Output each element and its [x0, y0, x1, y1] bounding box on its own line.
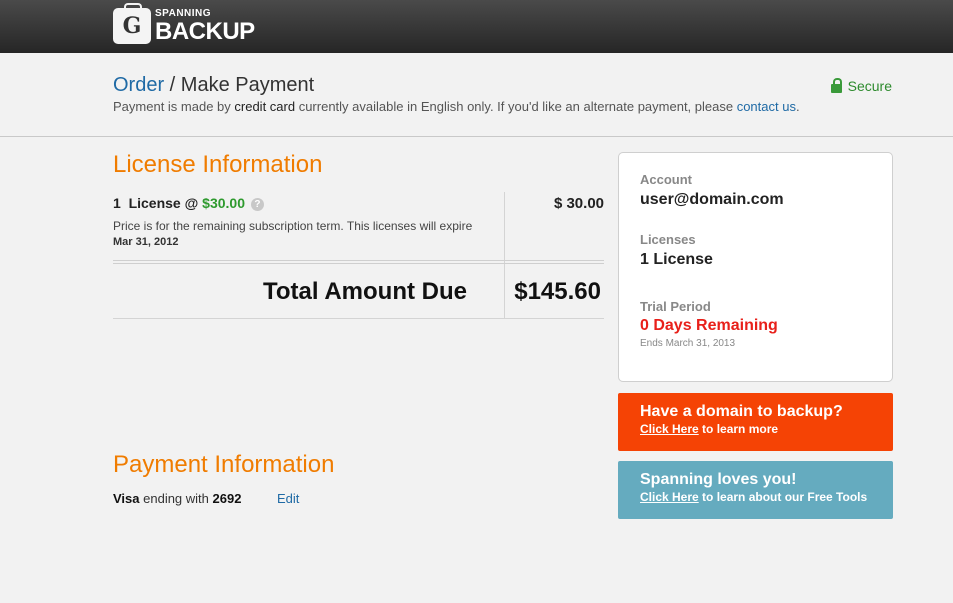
license-label: License @	[128, 195, 199, 211]
contact-us-link[interactable]: contact us	[737, 99, 796, 114]
promo-click-here-link[interactable]: Click Here	[640, 490, 699, 504]
payment-note: Payment is made by credit card currently…	[113, 99, 800, 114]
license-unit-price: $30.00	[202, 195, 245, 211]
license-expiry-note: Price is for the remaining subscription …	[113, 219, 473, 233]
account-label: Account	[640, 172, 692, 187]
promo-click-here-link[interactable]: Click Here	[640, 422, 699, 436]
breadcrumb-order-link[interactable]: Order	[113, 74, 164, 96]
payment-note-strong: credit card	[234, 99, 296, 114]
licenses-label: Licenses	[640, 232, 696, 247]
licenses-value: 1 License	[640, 251, 713, 268]
license-information-title: License Information	[113, 151, 323, 178]
total-amount-due-value: $145.60	[514, 278, 601, 305]
divider	[113, 263, 604, 264]
breadcrumb-separator: /	[164, 74, 181, 96]
trial-ends-text: Ends March 31, 2013	[640, 338, 736, 349]
top-bar: G SPANNING BACKUP	[0, 0, 953, 53]
card-brand: Visa	[113, 491, 140, 506]
card-last4: 2692	[212, 491, 242, 506]
promo-link-rest: to learn more	[698, 422, 779, 436]
payment-note-end: .	[795, 99, 800, 114]
logo-badge-letter: G	[122, 13, 142, 39]
promo-domain-backup[interactable]: Have a domain to backup? Click Here to l…	[618, 393, 893, 451]
edit-payment-link[interactable]: Edit	[277, 491, 299, 506]
promo-link-line: Click Here to learn more	[640, 422, 893, 436]
breadcrumb-current: Make Payment	[180, 74, 315, 96]
logo-small-text: SPANNING	[155, 7, 212, 19]
payment-information-title: Payment Information	[113, 451, 335, 478]
question-icon[interactable]: ?	[250, 198, 264, 211]
license-line-amount: $ 30.00	[553, 195, 604, 212]
trial-period-label: Trial Period	[640, 299, 711, 314]
breadcrumb: Order / Make Payment	[113, 74, 314, 97]
logo-badge-icon: G	[113, 3, 151, 44]
logo-big-text: BACKUP	[155, 17, 255, 45]
promo-headline: Have a domain to backup?	[640, 403, 843, 420]
secure-indicator: Secure	[830, 77, 892, 94]
license-line-item: 1 License @ $30.00?	[113, 195, 264, 211]
promo-headline: Spanning loves you!	[640, 471, 797, 488]
license-expiry-date: Mar 31, 2012	[113, 236, 179, 248]
payment-note-mid: currently available in English only. If …	[295, 99, 737, 114]
secure-label: Secure	[847, 78, 892, 94]
card-ending-text: ending with	[139, 491, 213, 506]
account-value: user@domain.com	[640, 191, 784, 208]
divider	[113, 318, 604, 319]
spanning-backup-logo[interactable]: G SPANNING BACKUP	[113, 3, 255, 46]
payment-note-pre: Payment is made by	[113, 99, 235, 114]
divider	[113, 260, 604, 261]
promo-spanning-loves-you[interactable]: Spanning loves you! Click Here to learn …	[618, 461, 893, 519]
promo-link-rest: to learn about our Free Tools	[698, 490, 868, 504]
license-quantity: 1	[113, 195, 121, 211]
lock-icon	[830, 77, 842, 93]
payment-card-summary: Visa ending with 2692	[113, 491, 241, 506]
account-summary-card: Account user@domain.com Licenses 1 Licen…	[618, 152, 893, 382]
promo-link-line: Click Here to learn about our Free Tools	[640, 490, 893, 504]
total-amount-due-label: Total Amount Due	[263, 278, 467, 305]
logo-text: SPANNING BACKUP	[155, 7, 255, 45]
trial-remaining-value: 0 Days Remaining	[640, 317, 778, 334]
page-header: Order / Make Payment Payment is made by …	[0, 53, 953, 137]
